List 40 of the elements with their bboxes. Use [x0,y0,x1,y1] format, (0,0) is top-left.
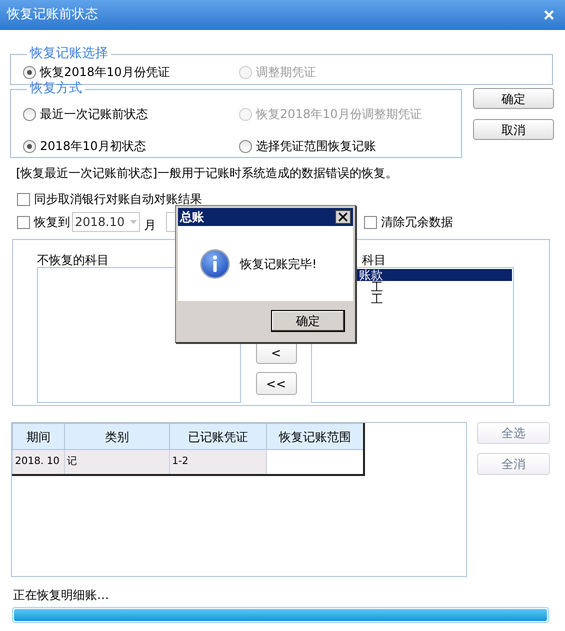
column-header[interactable]: 期间 [12,424,64,450]
column-header[interactable]: 类别 [64,424,170,450]
info-icon [200,248,230,278]
dialog-button[interactable]: 取消 [473,119,554,140]
dialog-title: 总账 [180,209,204,226]
dialog-button[interactable]: 确定 [473,88,554,109]
radio-button[interactable] [239,140,252,152]
checkbox-label: 清除冗余数据 [381,214,453,231]
list-label: 科目 [362,253,386,267]
unit-label: 月 [144,217,156,234]
table-cell: 1-2 [170,450,266,474]
group-legend: 恢复方式 [27,82,85,96]
table-cell: 记 [64,450,170,474]
date-field[interactable]: 2018.10 [72,212,140,232]
radio-label: 恢复2018年10月份凭证 [40,64,170,81]
table-cell: 2018. 10 [12,450,64,474]
close-icon[interactable] [335,210,351,224]
dropdown-arrow-icon[interactable] [130,220,137,224]
radio-label: 调整期凭证 [256,64,316,81]
radio-label: 最近一次记账前状态 [40,106,148,123]
description-text: [恢复最近一次记账前状态]一般用于记账时系统造成的数据错误的恢复。 [16,165,398,182]
radio-button[interactable] [23,66,36,78]
move-button[interactable]: << [256,372,296,395]
checkbox-label: 同步取消银行对账自动对账结果 [34,191,202,208]
radio-label: 2018年10月初状态 [40,138,146,155]
column-header[interactable]: 已记账凭证 [170,424,266,450]
status-text: 正在恢复明细账… [13,587,110,604]
list-label: 不恢复的科目 [37,253,110,267]
radio-label: 选择凭证范围恢复记账 [256,138,376,155]
window-title: 恢复记账前状态 [7,6,98,24]
radio-button[interactable] [23,140,36,152]
ok-button[interactable]: 确定 [271,310,345,332]
column-header[interactable]: 恢复记账范围 [266,424,364,450]
checkbox[interactable] [17,192,30,206]
group-legend: 恢复记账选择 [27,47,111,61]
checkbox-label: 恢复到 [34,214,70,231]
radio-button[interactable] [23,108,36,120]
checkbox[interactable] [364,216,377,228]
checkbox[interactable] [17,216,30,228]
radio-label: 恢复2018年10月份调整期凭证 [256,106,422,123]
